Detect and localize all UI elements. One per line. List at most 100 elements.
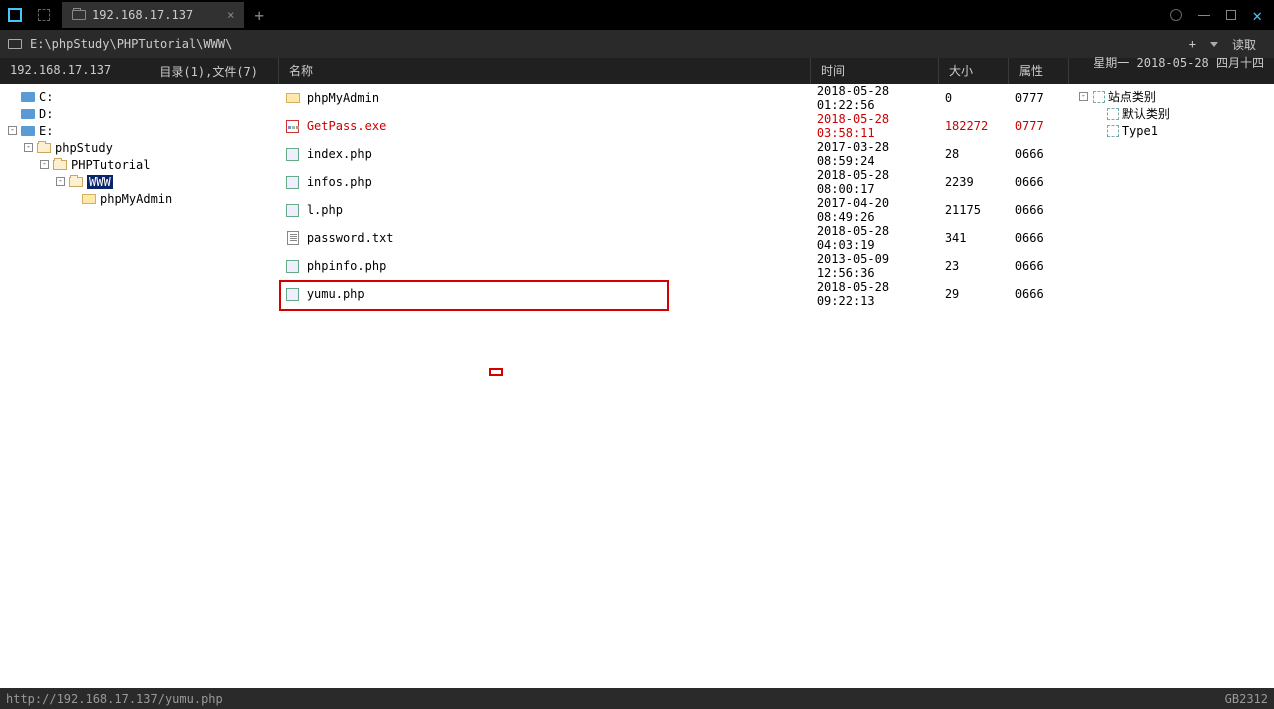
file-row[interactable]: index.php2017-03-28 08:59:24280666: [277, 140, 1075, 168]
file-name: phpinfo.php: [307, 259, 817, 273]
titlebar: 192.168.17.137 × + ✕: [0, 0, 1274, 30]
add-button[interactable]: +: [1189, 37, 1196, 51]
collapse-icon[interactable]: -: [56, 177, 65, 186]
category-default[interactable]: 默认类别: [1079, 105, 1270, 122]
status-bar: http://192.168.17.137/yumu.php GB2312: [0, 689, 1274, 709]
file-size: 23: [945, 259, 1015, 273]
collapse-icon[interactable]: -: [8, 126, 17, 135]
path-bar: E:\phpStudy\PHPTutorial\WWW\ + 读取: [0, 30, 1274, 58]
file-time: 2018-05-28 04:03:19: [817, 224, 945, 252]
file-type-icon: [285, 230, 301, 246]
col-size[interactable]: 大小: [939, 58, 1009, 84]
main-area: C: D: - E: - phpStudy - PHPTutorial - WW…: [0, 84, 1274, 688]
header-ip: 192.168.17.137: [0, 63, 111, 80]
file-list[interactable]: phpMyAdmin2018-05-28 01:22:5600777GetPas…: [277, 84, 1075, 688]
file-perm: 0666: [1015, 287, 1075, 301]
status-url: http://192.168.17.137/yumu.php: [6, 692, 223, 706]
file-size: 28: [945, 147, 1015, 161]
file-size: 0: [945, 91, 1015, 105]
tree-drive-c[interactable]: C:: [2, 88, 275, 105]
file-row[interactable]: l.php2017-04-20 08:49:26211750666: [277, 196, 1075, 224]
file-size: 2239: [945, 175, 1015, 189]
file-name: l.php: [307, 203, 817, 217]
tree-label: PHPTutorial: [71, 158, 150, 172]
file-size: 341: [945, 231, 1015, 245]
file-row[interactable]: phpMyAdmin2018-05-28 01:22:5600777: [277, 84, 1075, 112]
file-row[interactable]: infos.php2018-05-28 08:00:1722390666: [277, 168, 1075, 196]
file-time: 2018-05-28 09:22:13: [817, 280, 945, 308]
chevron-down-icon[interactable]: [1210, 42, 1218, 47]
window-controls: ✕: [1170, 6, 1274, 25]
tree-label: C:: [39, 90, 53, 104]
tree-label: phpMyAdmin: [100, 192, 172, 206]
window-unknown-button[interactable]: [1170, 9, 1182, 21]
collapse-icon[interactable]: -: [1079, 92, 1088, 101]
file-time: 2013-05-09 12:56:36: [817, 252, 945, 280]
file-name: GetPass.exe: [307, 119, 817, 133]
tab-title: 192.168.17.137: [92, 8, 193, 22]
status-encoding: GB2312: [1225, 692, 1268, 706]
file-perm: 0777: [1015, 91, 1075, 105]
file-time: 2018-05-28 03:58:11: [817, 112, 945, 140]
file-type-icon: [285, 258, 301, 274]
drive-icon: [21, 109, 35, 119]
tree-phptutorial[interactable]: - PHPTutorial: [2, 156, 275, 173]
file-type-icon: [285, 286, 301, 302]
file-size: 21175: [945, 203, 1015, 217]
categories-panel[interactable]: - 站点类别 默认类别 Type1: [1075, 84, 1274, 688]
file-perm: 0666: [1015, 231, 1075, 245]
tab[interactable]: 192.168.17.137 ×: [62, 2, 244, 28]
folder-open-icon: [37, 143, 51, 153]
new-tab-button[interactable]: +: [254, 6, 264, 25]
file-type-icon: [285, 118, 301, 134]
highlight-marker: [489, 368, 503, 376]
tree-phpmyadmin[interactable]: phpMyAdmin: [2, 190, 275, 207]
tree-drive-d[interactable]: D:: [2, 105, 275, 122]
folder-open-icon: [69, 177, 83, 187]
category-label: 站点类别: [1108, 88, 1156, 105]
category-type1[interactable]: Type1: [1079, 122, 1270, 139]
file-row[interactable]: GetPass.exe2018-05-28 03:58:111822720777: [277, 112, 1075, 140]
app-icon: [8, 8, 22, 22]
col-name[interactable]: 名称: [279, 58, 811, 84]
file-name: index.php: [307, 147, 817, 161]
directory-tree[interactable]: C: D: - E: - phpStudy - PHPTutorial - WW…: [0, 84, 277, 688]
minimize-button[interactable]: [1198, 15, 1210, 16]
read-button[interactable]: 读取: [1232, 36, 1256, 53]
collapse-icon[interactable]: -: [24, 143, 33, 152]
current-path[interactable]: E:\phpStudy\PHPTutorial\WWW\: [30, 37, 232, 51]
file-time: 2018-05-28 08:00:17: [817, 168, 945, 196]
file-perm: 0777: [1015, 119, 1075, 133]
tree-www[interactable]: - WWW: [2, 173, 275, 190]
folder-icon: [8, 39, 22, 49]
file-type-icon: [285, 202, 301, 218]
tree-label-selected: WWW: [87, 175, 113, 189]
collapse-icon[interactable]: -: [40, 160, 49, 169]
col-perm[interactable]: 属性: [1009, 58, 1069, 84]
folder-icon: [82, 194, 96, 204]
select-tool-button[interactable]: [30, 1, 58, 29]
maximize-button[interactable]: [1226, 10, 1236, 20]
file-row[interactable]: password.txt2018-05-28 04:03:193410666: [277, 224, 1075, 252]
folder-open-icon: [53, 160, 67, 170]
close-button[interactable]: ✕: [1252, 6, 1262, 25]
category-icon: [1107, 108, 1119, 120]
tree-phpstudy[interactable]: - phpStudy: [2, 139, 275, 156]
file-perm: 0666: [1015, 203, 1075, 217]
category-root[interactable]: - 站点类别: [1079, 88, 1270, 105]
file-size: 29: [945, 287, 1015, 301]
category-icon: [1093, 91, 1105, 103]
file-perm: 0666: [1015, 259, 1075, 273]
column-header-bar: 192.168.17.137 目录(1),文件(7) 名称 时间 大小 属性: [0, 58, 1274, 84]
drive-icon: [21, 126, 35, 136]
file-row[interactable]: phpinfo.php2013-05-09 12:56:36230666: [277, 252, 1075, 280]
file-row[interactable]: yumu.php2018-05-28 09:22:13290666: [277, 280, 1075, 308]
col-time[interactable]: 时间: [811, 58, 939, 84]
file-type-icon: [285, 90, 301, 106]
header-counts: 目录(1),文件(7): [159, 63, 278, 80]
tree-label: D:: [39, 107, 53, 121]
tab-close-button[interactable]: ×: [227, 8, 234, 22]
tree-drive-e[interactable]: - E:: [2, 122, 275, 139]
file-size: 182272: [945, 119, 1015, 133]
file-type-icon: [285, 146, 301, 162]
